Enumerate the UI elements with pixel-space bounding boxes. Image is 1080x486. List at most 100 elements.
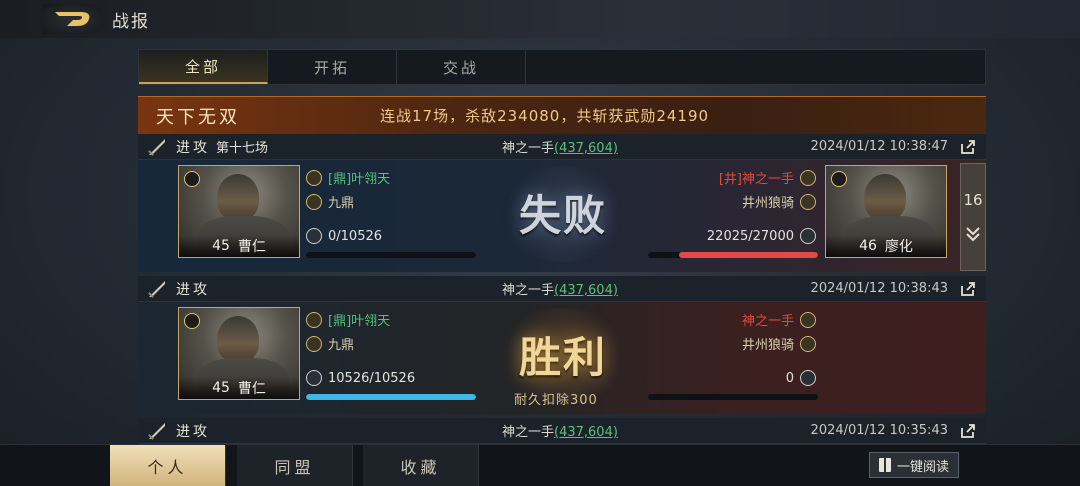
share-icon[interactable] bbox=[960, 139, 976, 155]
streak-banner: 天下无双 连战17场，杀敌234080，共斩获武勋24190 bbox=[138, 96, 986, 134]
defender-portrait[interactable]: 46 廖化 bbox=[825, 165, 947, 258]
defender-troops-line: 22025/27000 bbox=[707, 228, 816, 244]
sword-icon bbox=[148, 280, 165, 298]
hero-level: 45 bbox=[212, 238, 230, 254]
tab-favorites[interactable]: 收藏 bbox=[363, 445, 479, 486]
rank-icon bbox=[306, 169, 322, 186]
opponent-coordinate-link[interactable]: (437,604) bbox=[554, 425, 618, 440]
hero-level: 46 bbox=[859, 238, 877, 254]
report-count-panel[interactable]: 16 bbox=[960, 163, 986, 271]
battle-report[interactable]: 进攻 神之一手(437,604) 2024/01/12 10:35:43 bbox=[138, 418, 986, 444]
opponent-coordinate-link[interactable]: (437,604) bbox=[554, 283, 618, 298]
tab-battle[interactable]: 交战 bbox=[397, 50, 526, 84]
banner-stats: 连战17场，杀敌234080，共斩获武勋24190 bbox=[380, 107, 710, 125]
rank-icon bbox=[800, 169, 816, 186]
attacker-player-line: [鼎]叶翎天 bbox=[306, 310, 390, 329]
back-arrow-icon bbox=[55, 12, 90, 26]
tab-all[interactable]: 全部 bbox=[139, 50, 268, 84]
rank-icon bbox=[306, 311, 322, 328]
durability-deduction: 耐久扣除300 bbox=[514, 393, 598, 408]
report-header: 进攻 神之一手(437,604) 2024/01/12 10:38:43 bbox=[138, 276, 986, 302]
defender-alliance-line: 井州狼骑 bbox=[742, 334, 816, 353]
attack-label: 进攻 bbox=[176, 139, 210, 156]
tab-explore[interactable]: 开拓 bbox=[268, 50, 397, 84]
defender-troop-bar bbox=[648, 394, 818, 400]
flag-icon bbox=[800, 370, 816, 386]
opponent-info: 神之一手(437,604) bbox=[502, 421, 618, 440]
alliance-icon bbox=[306, 193, 322, 210]
hero-level: 45 bbox=[212, 380, 230, 396]
report-header: 进攻 第十七场 神之一手(437,604) 2024/01/12 10:38:4… bbox=[138, 134, 986, 160]
hero-head bbox=[217, 316, 259, 362]
attacker-alliance: 九鼎 bbox=[328, 338, 355, 353]
hero-caption: 45 曹仁 bbox=[179, 377, 299, 399]
attacker-troop-bar bbox=[306, 394, 476, 400]
defender-troops: 22025/27000 bbox=[706, 228, 794, 244]
attacker-player-line: [鼎]叶翎天 bbox=[306, 168, 390, 187]
alliance-icon bbox=[800, 335, 816, 352]
sword-icon bbox=[148, 138, 165, 156]
alliance-icon bbox=[800, 193, 816, 210]
report-time: 2024/01/12 10:35:43 bbox=[810, 423, 948, 438]
shield-icon bbox=[184, 313, 200, 329]
hero-name: 曹仁 bbox=[237, 239, 266, 255]
defender-troop-bar bbox=[648, 252, 818, 258]
opponent-coordinate-link[interactable]: (437,604) bbox=[554, 141, 618, 156]
rank-icon bbox=[800, 311, 816, 328]
tab-alliance[interactable]: 同盟 bbox=[237, 445, 353, 486]
battle-report[interactable]: 进攻 第十七场 神之一手(437,604) 2024/01/12 10:38:4… bbox=[138, 134, 986, 272]
attacker-alliance-line: 九鼎 bbox=[306, 192, 354, 211]
attacker-alliance-line: 九鼎 bbox=[306, 334, 354, 353]
attacker-alliance: 九鼎 bbox=[328, 196, 355, 211]
alliance-icon bbox=[306, 335, 322, 352]
defender-troops-line: 0 bbox=[786, 370, 816, 386]
report-body: 45 曹仁 [鼎]叶翎天 九鼎 0/10526 失败 [井]神之一手 井州狼骑 bbox=[138, 160, 986, 272]
defender-player-line: 神之一手 bbox=[742, 310, 816, 329]
hero-head bbox=[864, 174, 906, 220]
double-chevron-down-icon[interactable] bbox=[964, 225, 982, 243]
attacker-troops-line: 0/10526 bbox=[306, 228, 382, 244]
banner-title: 天下无双 bbox=[156, 106, 240, 128]
defender-troops: 0 bbox=[785, 370, 794, 386]
read-all-button[interactable]: 一键阅读 bbox=[869, 452, 959, 478]
battle-report[interactable]: 进攻 神之一手(437,604) 2024/01/12 10:38:43 45 … bbox=[138, 276, 986, 414]
share-icon[interactable] bbox=[960, 281, 976, 297]
attacker-portrait[interactable]: 45 曹仁 bbox=[178, 165, 300, 258]
tab-personal[interactable]: 个人 bbox=[110, 445, 226, 486]
report-time: 2024/01/12 10:38:47 bbox=[810, 139, 948, 154]
share-icon[interactable] bbox=[960, 423, 976, 439]
defender-player-name: [井]神之一手 bbox=[718, 172, 794, 187]
page-title: 战报 bbox=[112, 12, 150, 32]
attacker-troops-line: 10526/10526 bbox=[306, 370, 415, 386]
attacker-troops: 0/10526 bbox=[328, 228, 383, 244]
read-all-label: 一键阅读 bbox=[896, 459, 949, 475]
attacker-player-name: [鼎]叶翎天 bbox=[328, 172, 391, 187]
opponent-name: 神之一手 bbox=[502, 425, 555, 440]
attacker-troop-bar bbox=[306, 252, 476, 258]
attack-label: 进攻 bbox=[176, 281, 210, 298]
defender-alliance: 井州狼骑 bbox=[741, 338, 794, 353]
book-icon bbox=[878, 458, 891, 472]
round-label: 第十七场 bbox=[216, 141, 269, 156]
defender-troop-bar-fill bbox=[679, 252, 818, 258]
attacker-player-name: [鼎]叶翎天 bbox=[328, 314, 391, 329]
flag-icon bbox=[306, 370, 322, 386]
back-button[interactable] bbox=[42, 4, 104, 34]
hero-caption: 45 曹仁 bbox=[179, 235, 299, 257]
filter-tabs: 全部 开拓 交战 bbox=[138, 49, 986, 85]
report-time: 2024/01/12 10:38:43 bbox=[810, 281, 948, 296]
opponent-name: 神之一手 bbox=[502, 283, 555, 298]
defender-alliance: 井州狼骑 bbox=[741, 196, 794, 211]
defender-player-line: [井]神之一手 bbox=[719, 168, 816, 187]
defender-player-name: 神之一手 bbox=[741, 314, 794, 329]
hero-head bbox=[217, 174, 259, 220]
report-count: 16 bbox=[963, 191, 983, 209]
report-header: 进攻 神之一手(437,604) 2024/01/12 10:35:43 bbox=[138, 418, 986, 444]
report-body: 45 曹仁 [鼎]叶翎天 九鼎 10526/10526 胜利 耐久扣除300 神… bbox=[138, 302, 986, 414]
opponent-name: 神之一手 bbox=[502, 141, 555, 156]
attacker-portrait[interactable]: 45 曹仁 bbox=[178, 307, 300, 400]
attacker-troop-bar-fill bbox=[306, 394, 476, 400]
opponent-info: 神之一手(437,604) bbox=[502, 137, 618, 156]
opponent-info: 神之一手(437,604) bbox=[502, 279, 618, 298]
defender-alliance-line: 井州狼骑 bbox=[742, 192, 816, 211]
